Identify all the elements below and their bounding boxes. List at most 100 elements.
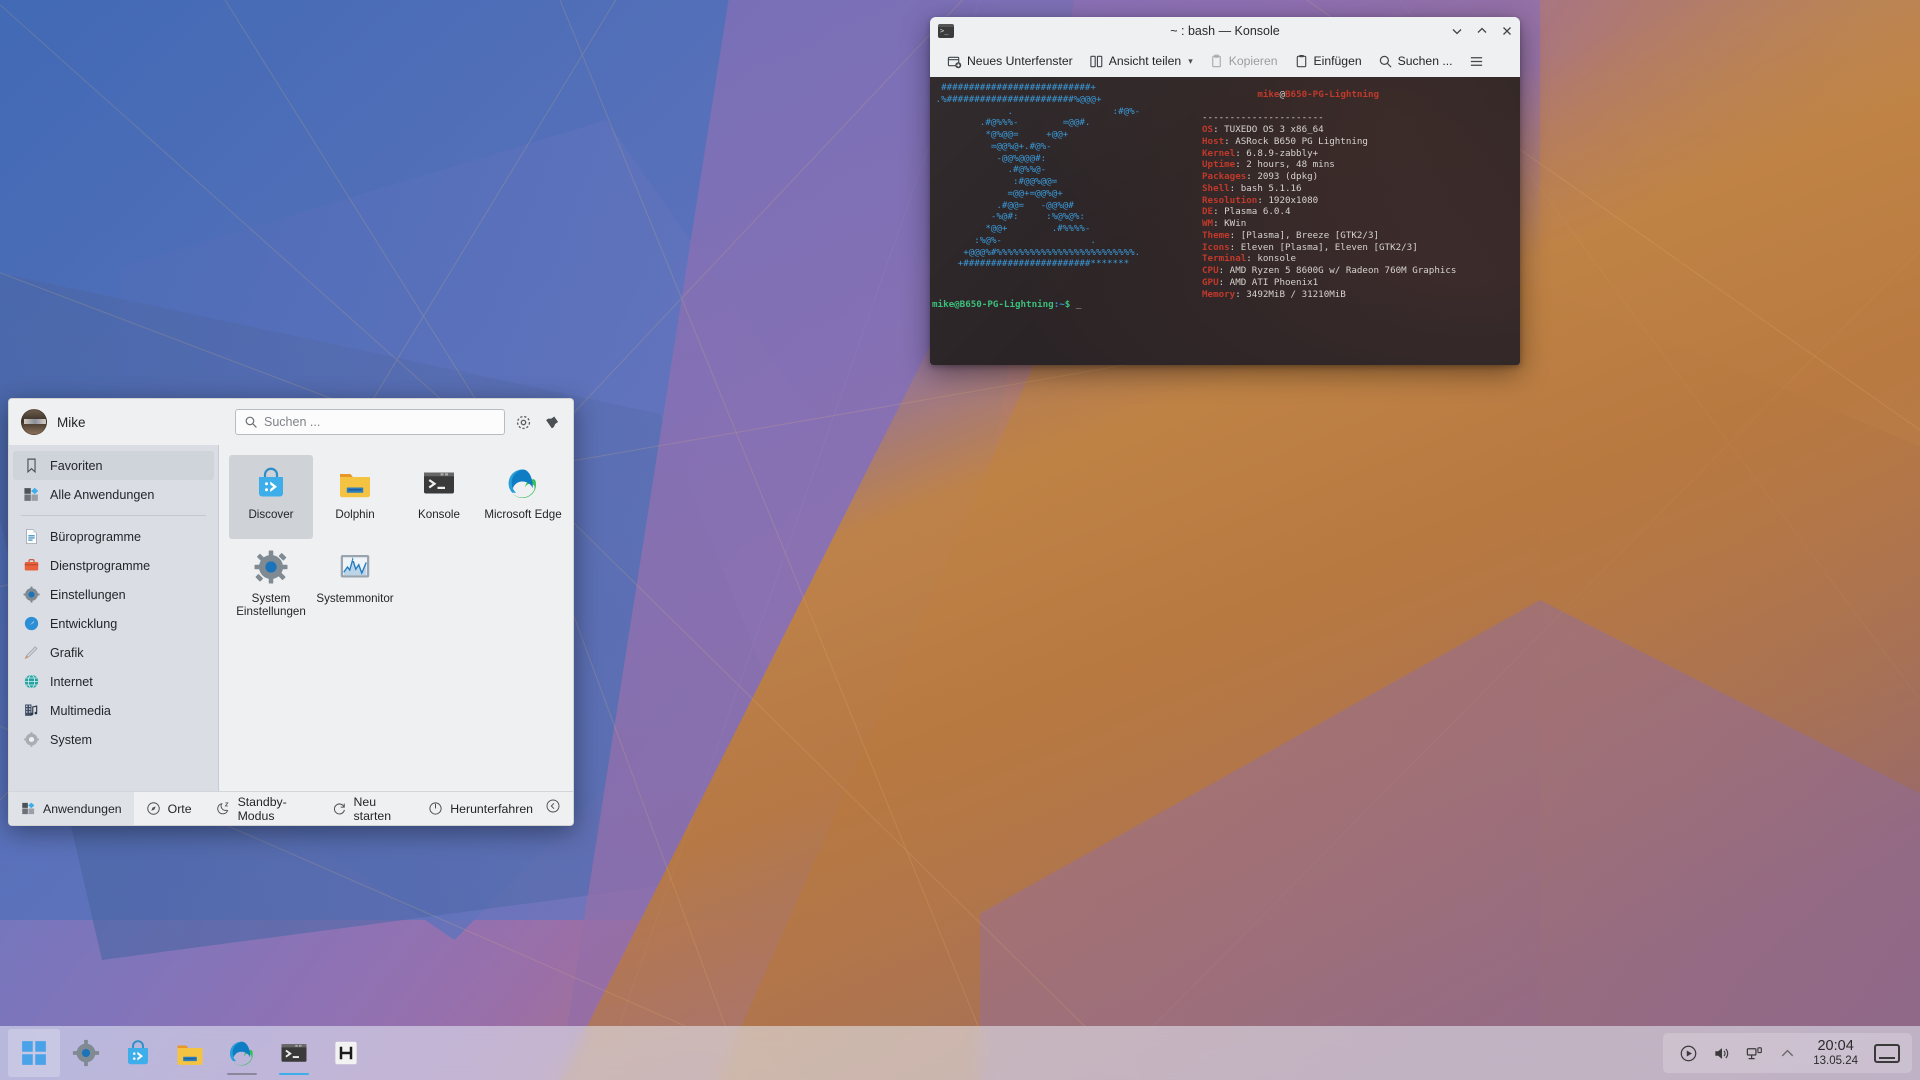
new-tab-button[interactable]: Neues Unterfenster [940, 48, 1080, 74]
extra-app-button[interactable] [320, 1029, 372, 1077]
sidebar-item-favoriten[interactable]: Favoriten [13, 451, 214, 480]
clock-time: 20:04 [1813, 1039, 1858, 1054]
footer-button-standby-modus[interactable]: Standby-Modus [204, 792, 320, 826]
app-tile-microsoft-edge[interactable]: Microsoft Edge [481, 455, 565, 539]
dolphin-button[interactable] [164, 1029, 216, 1077]
app-tile-system-einstellungen[interactable]: System Einstellungen [229, 539, 313, 623]
sidebar-item-grafik[interactable]: Grafik [9, 638, 218, 667]
info-row: GPU: AMD ATI Phoenix1 [1202, 277, 1456, 289]
split-view-button[interactable]: Ansicht teilen ▾ [1082, 48, 1200, 74]
app-tile-systemmonitor[interactable]: Systemmonitor [313, 539, 397, 623]
terminal-cursor: _ [1076, 299, 1082, 310]
sidebar-item-internet[interactable]: Internet [9, 667, 218, 696]
start-menu-button[interactable] [8, 1029, 60, 1077]
search-icon [244, 415, 258, 429]
clock[interactable]: 20:04 13.05.24 [1811, 1039, 1860, 1066]
window-controls[interactable] [1450, 24, 1514, 38]
info-value: : TUXEDO OS 3 x86_64 [1213, 124, 1324, 135]
info-row: Terminal: konsole [1202, 253, 1456, 265]
sidebar-item-alle-anwendungen[interactable]: Alle Anwendungen [9, 480, 218, 509]
info-row: Uptime: 2 hours, 48 mins [1202, 159, 1456, 171]
bookmark-icon [23, 457, 40, 474]
launcher-header: Mike Suchen ... [9, 399, 573, 445]
footer-button-herunterfahren[interactable]: Herunterfahren [416, 792, 545, 826]
paste-button[interactable]: Einfügen [1287, 48, 1369, 74]
launcher-footer[interactable]: Anwendungen OrteStandby-Modus Neu starten H… [9, 791, 573, 825]
footer-button-label: Neu starten [354, 795, 405, 823]
prompt-user-host: mike@B650-PG-Lightning [932, 299, 1054, 310]
launcher-app-grid[interactable]: DiscoverDolphinKonsoleMicrosoft Edge Syst… [219, 445, 573, 791]
volume-icon[interactable] [1712, 1044, 1731, 1063]
info-value: : 3492MiB / 31210MiB [1235, 289, 1346, 300]
konsole-toolbar[interactable]: Neues Unterfenster Ansicht teilen ▾ Kopi… [930, 45, 1520, 77]
info-key: Host [1202, 136, 1224, 147]
info-key: OS [1202, 124, 1213, 135]
user-avatar[interactable] [21, 409, 47, 435]
sidebar-item-label: System [50, 733, 92, 747]
sleep-icon [216, 801, 231, 816]
task-active-indicator [279, 1073, 309, 1075]
sidebar-item-büroprogramme[interactable]: Büroprogramme [9, 522, 218, 551]
system-settings-icon [253, 549, 289, 585]
pin-button[interactable] [541, 412, 561, 432]
search-placeholder: Suchen ... [264, 415, 320, 429]
hamburger-menu-button[interactable] [1462, 48, 1491, 74]
app-tile-label: Dolphin [314, 508, 396, 521]
taskbar-launchers[interactable] [0, 1026, 372, 1080]
info-value: : 6.8.9-zabbly+ [1235, 148, 1318, 159]
close-button[interactable] [1500, 24, 1514, 38]
applications-icon [21, 801, 36, 816]
configure-button[interactable] [513, 412, 533, 432]
system-settings-button[interactable] [60, 1029, 112, 1077]
info-row: Theme: [Plasma], Breeze [GTK2/3] [1202, 230, 1456, 242]
show-desktop-button[interactable] [1874, 1044, 1900, 1063]
taskbar[interactable]: 20:04 13.05.24 [0, 1026, 1920, 1080]
konsole-button[interactable] [268, 1029, 320, 1077]
info-row: WM: KWin [1202, 218, 1456, 230]
info-row: DE: Plasma 6.0.4 [1202, 206, 1456, 218]
sidebar-item-entwicklung[interactable]: Entwicklung [9, 609, 218, 638]
info-value: : bash 5.1.16 [1230, 183, 1302, 194]
search-input[interactable]: Suchen ... [235, 409, 505, 435]
konsole-window[interactable]: ~ : bash — Konsole [930, 17, 1520, 365]
app-tile-konsole[interactable]: Konsole [397, 455, 481, 539]
konsole-icon [421, 465, 457, 501]
app-tile-dolphin[interactable]: Dolphin [313, 455, 397, 539]
info-key: Memory [1202, 289, 1235, 300]
split-view-icon [1089, 54, 1104, 69]
info-row: Shell: bash 5.1.16 [1202, 183, 1456, 195]
discover-icon [123, 1038, 153, 1068]
collapse-button[interactable] [545, 798, 573, 819]
launcher-sidebar[interactable]: FavoritenAlle Anwendungen BüroprogrammeDi… [9, 445, 219, 791]
internet-icon [23, 673, 40, 690]
sidebar-item-multimedia[interactable]: Multimedia [9, 696, 218, 725]
network-icon[interactable] [1745, 1044, 1764, 1063]
tray-expand-icon[interactable] [1778, 1044, 1797, 1063]
restart-icon [332, 801, 347, 816]
search-button[interactable]: Suchen ... [1371, 48, 1460, 74]
terminal-output-area[interactable]: ###########################+ .%#########… [930, 77, 1520, 365]
sidebar-item-einstellungen[interactable]: Einstellungen [9, 580, 218, 609]
sidebar-item-system[interactable]: System [9, 725, 218, 754]
discover-button[interactable] [112, 1029, 164, 1077]
search-icon [1378, 54, 1393, 69]
media-player-icon[interactable] [1679, 1044, 1698, 1063]
chevron-down-icon[interactable]: ▾ [1188, 56, 1193, 67]
graphics-icon [23, 644, 40, 661]
info-value: : 2 hours, 48 mins [1235, 159, 1335, 170]
footer-button-orte[interactable]: Orte [134, 792, 204, 826]
app-tile-discover[interactable]: Discover [229, 455, 313, 539]
footer-button-label: Anwendungen [43, 802, 122, 816]
system-tray[interactable]: 20:04 13.05.24 [1663, 1033, 1912, 1073]
launcher-header-actions[interactable]: Suchen ... [235, 409, 561, 435]
application-launcher[interactable]: Mike Suchen ... [8, 398, 574, 826]
footer-button-neu-starten[interactable]: Neu starten [320, 792, 417, 826]
minimize-button[interactable] [1450, 24, 1464, 38]
info-row: Kernel: 6.8.9-zabbly+ [1202, 148, 1456, 160]
sidebar-item-dienstprogramme[interactable]: Dienstprogramme [9, 551, 218, 580]
footer-button-anwendungen[interactable]: Anwendungen [9, 792, 134, 826]
edge-button[interactable] [216, 1029, 268, 1077]
maximize-button[interactable] [1475, 24, 1489, 38]
konsole-titlebar[interactable]: ~ : bash — Konsole [930, 17, 1520, 45]
dolphin-icon [175, 1038, 205, 1068]
